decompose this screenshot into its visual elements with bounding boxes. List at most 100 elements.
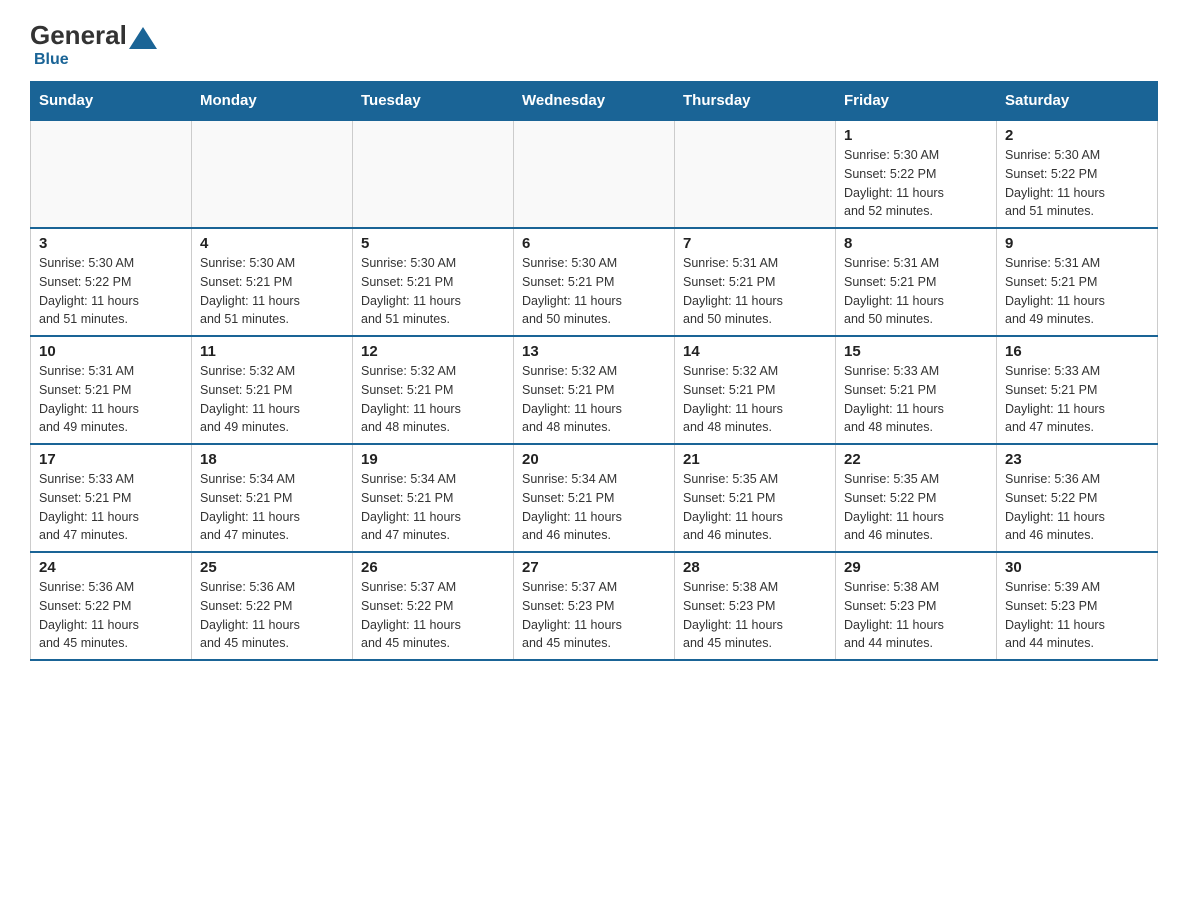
day-number: 12: [361, 343, 505, 360]
calendar-cell: [31, 120, 192, 228]
day-number: 24: [39, 559, 183, 576]
day-info: Sunrise: 5:39 AMSunset: 5:23 PMDaylight:…: [1005, 578, 1149, 653]
calendar-cell: 28 Sunrise: 5:38 AMSunset: 5:23 PMDayligh…: [675, 552, 836, 660]
day-info: Sunrise: 5:36 AMSunset: 5:22 PMDaylight:…: [200, 578, 344, 653]
weekday-header-thursday: Thursday: [675, 82, 836, 121]
day-number: 29: [844, 559, 988, 576]
day-info: Sunrise: 5:35 AMSunset: 5:21 PMDaylight:…: [683, 470, 827, 545]
calendar-cell: 21Sunrise: 5:35 AMSunset: 5:21 PMDayligh…: [675, 444, 836, 552]
day-info: Sunrise: 5:38 AMSunset: 5:23 PMDaylight:…: [844, 578, 988, 653]
calendar-week-row: 1 Sunrise: 5:30 AMSunset: 5:22 PMDaylight…: [31, 120, 1158, 228]
day-number: 4: [200, 235, 344, 252]
calendar-cell: 19Sunrise: 5:34 AMSunset: 5:21 PMDayligh…: [353, 444, 514, 552]
day-info: Sunrise: 5:33 AMSunset: 5:21 PMDaylight:…: [1005, 362, 1149, 437]
calendar-cell: 18 Sunrise: 5:34 AMSunset: 5:21 PMDayligh…: [192, 444, 353, 552]
calendar-cell: 6 Sunrise: 5:30 AMSunset: 5:21 PMDaylight…: [514, 228, 675, 336]
day-number: 15: [844, 343, 988, 360]
day-number: 6: [522, 235, 666, 252]
logo-blue: Blue: [34, 51, 69, 68]
calendar-cell: 4 Sunrise: 5:30 AMSunset: 5:21 PMDaylight…: [192, 228, 353, 336]
weekday-header-sunday: Sunday: [31, 82, 192, 121]
day-info: Sunrise: 5:36 AMSunset: 5:22 PMDaylight:…: [39, 578, 183, 653]
logo-flag-icon: [129, 27, 157, 49]
day-number: 23: [1005, 451, 1149, 468]
weekday-header-tuesday: Tuesday: [353, 82, 514, 121]
calendar-cell: 29 Sunrise: 5:38 AMSunset: 5:23 PMDayligh…: [836, 552, 997, 660]
day-number: 11: [200, 343, 344, 360]
calendar-cell: 11Sunrise: 5:32 AMSunset: 5:21 PMDayligh…: [192, 336, 353, 444]
calendar-week-row: 10Sunrise: 5:31 AMSunset: 5:21 PMDayligh…: [31, 336, 1158, 444]
day-number: 27: [522, 559, 666, 576]
day-number: 16: [1005, 343, 1149, 360]
header: General Blue: [30, 20, 1158, 69]
day-info: Sunrise: 5:32 AMSunset: 5:21 PMDaylight:…: [361, 362, 505, 437]
day-number: 7: [683, 235, 827, 252]
day-number: 8: [844, 235, 988, 252]
day-info: Sunrise: 5:32 AMSunset: 5:21 PMDaylight:…: [522, 362, 666, 437]
day-number: 1: [844, 127, 988, 144]
day-info: Sunrise: 5:30 AMSunset: 5:21 PMDaylight:…: [522, 254, 666, 329]
calendar-header-row: SundayMondayTuesdayWednesdayThursdayFrid…: [31, 82, 1158, 121]
calendar-week-row: 17 Sunrise: 5:33 AMSunset: 5:21 PMDayligh…: [31, 444, 1158, 552]
day-number: 25: [200, 559, 344, 576]
calendar-cell: 9 Sunrise: 5:31 AMSunset: 5:21 PMDaylight…: [997, 228, 1158, 336]
calendar-cell: 12 Sunrise: 5:32 AMSunset: 5:21 PMDayligh…: [353, 336, 514, 444]
day-info: Sunrise: 5:36 AMSunset: 5:22 PMDaylight:…: [1005, 470, 1149, 545]
day-info: Sunrise: 5:37 AMSunset: 5:22 PMDaylight:…: [361, 578, 505, 653]
day-number: 3: [39, 235, 183, 252]
calendar-week-row: 3 Sunrise: 5:30 AMSunset: 5:22 PMDaylight…: [31, 228, 1158, 336]
weekday-header-wednesday: Wednesday: [514, 82, 675, 121]
day-info: Sunrise: 5:31 AMSunset: 5:21 PMDaylight:…: [1005, 254, 1149, 329]
calendar-cell: 7Sunrise: 5:31 AMSunset: 5:21 PMDaylight…: [675, 228, 836, 336]
calendar-cell: 26 Sunrise: 5:37 AMSunset: 5:22 PMDayligh…: [353, 552, 514, 660]
day-info: Sunrise: 5:30 AMSunset: 5:22 PMDaylight:…: [1005, 146, 1149, 221]
calendar-cell: 27 Sunrise: 5:37 AMSunset: 5:23 PMDayligh…: [514, 552, 675, 660]
calendar-cell: [675, 120, 836, 228]
day-number: 30: [1005, 559, 1149, 576]
calendar-cell: 25 Sunrise: 5:36 AMSunset: 5:22 PMDayligh…: [192, 552, 353, 660]
day-info: Sunrise: 5:30 AMSunset: 5:22 PMDaylight:…: [844, 146, 988, 221]
day-number: 14: [683, 343, 827, 360]
day-info: Sunrise: 5:33 AMSunset: 5:21 PMDaylight:…: [39, 470, 183, 545]
day-info: Sunrise: 5:33 AMSunset: 5:21 PMDaylight:…: [844, 362, 988, 437]
day-info: Sunrise: 5:32 AMSunset: 5:21 PMDaylight:…: [683, 362, 827, 437]
logo-text: General: [30, 20, 159, 51]
day-number: 9: [1005, 235, 1149, 252]
calendar-cell: 3 Sunrise: 5:30 AMSunset: 5:22 PMDaylight…: [31, 228, 192, 336]
calendar-cell: [192, 120, 353, 228]
calendar-cell: 10Sunrise: 5:31 AMSunset: 5:21 PMDayligh…: [31, 336, 192, 444]
calendar-cell: 14 Sunrise: 5:32 AMSunset: 5:21 PMDayligh…: [675, 336, 836, 444]
calendar-cell: 17 Sunrise: 5:33 AMSunset: 5:21 PMDayligh…: [31, 444, 192, 552]
calendar-cell: [353, 120, 514, 228]
calendar-cell: 20 Sunrise: 5:34 AMSunset: 5:21 PMDayligh…: [514, 444, 675, 552]
day-number: 18: [200, 451, 344, 468]
day-info: Sunrise: 5:34 AMSunset: 5:21 PMDaylight:…: [522, 470, 666, 545]
day-number: 17: [39, 451, 183, 468]
day-info: Sunrise: 5:31 AMSunset: 5:21 PMDaylight:…: [844, 254, 988, 329]
calendar-cell: 5 Sunrise: 5:30 AMSunset: 5:21 PMDaylight…: [353, 228, 514, 336]
day-info: Sunrise: 5:38 AMSunset: 5:23 PMDaylight:…: [683, 578, 827, 653]
day-number: 5: [361, 235, 505, 252]
weekday-header-friday: Friday: [836, 82, 997, 121]
day-number: 20: [522, 451, 666, 468]
calendar-cell: 22 Sunrise: 5:35 AMSunset: 5:22 PMDayligh…: [836, 444, 997, 552]
day-number: 13: [522, 343, 666, 360]
day-info: Sunrise: 5:30 AMSunset: 5:22 PMDaylight:…: [39, 254, 183, 329]
day-number: 28: [683, 559, 827, 576]
day-number: 2: [1005, 127, 1149, 144]
day-info: Sunrise: 5:37 AMSunset: 5:23 PMDaylight:…: [522, 578, 666, 653]
day-info: Sunrise: 5:34 AMSunset: 5:21 PMDaylight:…: [361, 470, 505, 545]
calendar-cell: 23 Sunrise: 5:36 AMSunset: 5:22 PMDayligh…: [997, 444, 1158, 552]
day-number: 22: [844, 451, 988, 468]
day-info: Sunrise: 5:30 AMSunset: 5:21 PMDaylight:…: [200, 254, 344, 329]
day-number: 26: [361, 559, 505, 576]
calendar-cell: 16 Sunrise: 5:33 AMSunset: 5:21 PMDayligh…: [997, 336, 1158, 444]
day-info: Sunrise: 5:30 AMSunset: 5:21 PMDaylight:…: [361, 254, 505, 329]
calendar-cell: 8 Sunrise: 5:31 AMSunset: 5:21 PMDaylight…: [836, 228, 997, 336]
calendar-cell: 15 Sunrise: 5:33 AMSunset: 5:21 PMDayligh…: [836, 336, 997, 444]
day-info: Sunrise: 5:35 AMSunset: 5:22 PMDaylight:…: [844, 470, 988, 545]
day-info: Sunrise: 5:34 AMSunset: 5:21 PMDaylight:…: [200, 470, 344, 545]
calendar-week-row: 24 Sunrise: 5:36 AMSunset: 5:22 PMDayligh…: [31, 552, 1158, 660]
calendar-cell: 1 Sunrise: 5:30 AMSunset: 5:22 PMDaylight…: [836, 120, 997, 228]
calendar-cell: 24 Sunrise: 5:36 AMSunset: 5:22 PMDayligh…: [31, 552, 192, 660]
